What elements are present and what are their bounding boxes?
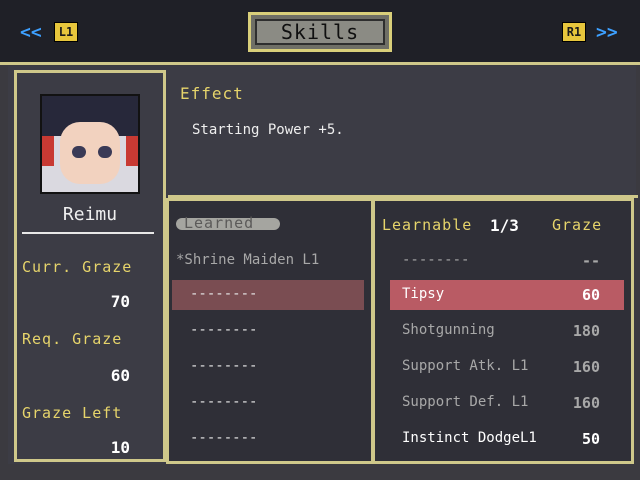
learnable-item-name[interactable]: Support Def. L1 [402,394,528,410]
portrait-bow-left [42,136,54,166]
page-title: Skills [255,19,385,45]
top-divider [0,62,640,65]
learned-item[interactable]: -------- [190,394,257,410]
learnable-item-cost: 160 [572,394,600,412]
prev-page-arrow-icon[interactable]: << [20,22,42,43]
learnable-item-cost: -- [581,252,600,270]
effect-text: Starting Power +5. [192,122,344,138]
next-page-arrow-icon[interactable]: >> [596,22,618,43]
curr-graze-value: 70 [110,292,130,311]
r1-button[interactable]: R1 [562,22,586,42]
learnable-item-cost: 160 [572,358,600,376]
learned-item[interactable]: *Shrine Maiden L1 [176,252,319,268]
learned-label: Learned [184,214,255,232]
graze-left-value: 10 [110,438,130,457]
graze-cost-label: Graze [552,216,603,234]
effect-label: Effect [180,84,244,103]
character-portrait [40,94,140,194]
portrait-bow-right [126,136,138,166]
portrait-eye-right [98,146,112,158]
req-graze-label: Req. Graze [22,330,123,348]
title-frame: Skills [248,12,392,52]
character-name: Reimu [62,204,118,225]
learnable-item-cost: 60 [581,286,600,304]
learnable-item-name[interactable]: Support Atk. L1 [402,358,528,374]
learnable-count: 1/3 [490,216,519,235]
learnable-label: Learnable [382,216,473,234]
learnable-item-name[interactable]: Tipsy [402,286,444,302]
learnable-item-name[interactable]: Instinct DodgeL1 [402,430,537,446]
learnable-item-cost: 50 [581,430,600,448]
learned-item[interactable]: -------- [190,430,257,446]
learnable-item-name[interactable]: -------- [402,252,469,268]
learnable-item-name[interactable]: Shotgunning [402,322,495,338]
learned-item[interactable]: -------- [190,358,257,374]
learned-item[interactable]: -------- [190,286,257,302]
l1-button[interactable]: L1 [54,22,78,42]
learned-item[interactable]: -------- [190,322,257,338]
graze-left-label: Graze Left [22,404,123,422]
name-divider [22,232,154,234]
curr-graze-label: Curr. Graze [22,258,133,276]
portrait-eye-left [72,146,86,158]
learnable-item-cost: 180 [572,322,600,340]
req-graze-value: 60 [110,366,130,385]
